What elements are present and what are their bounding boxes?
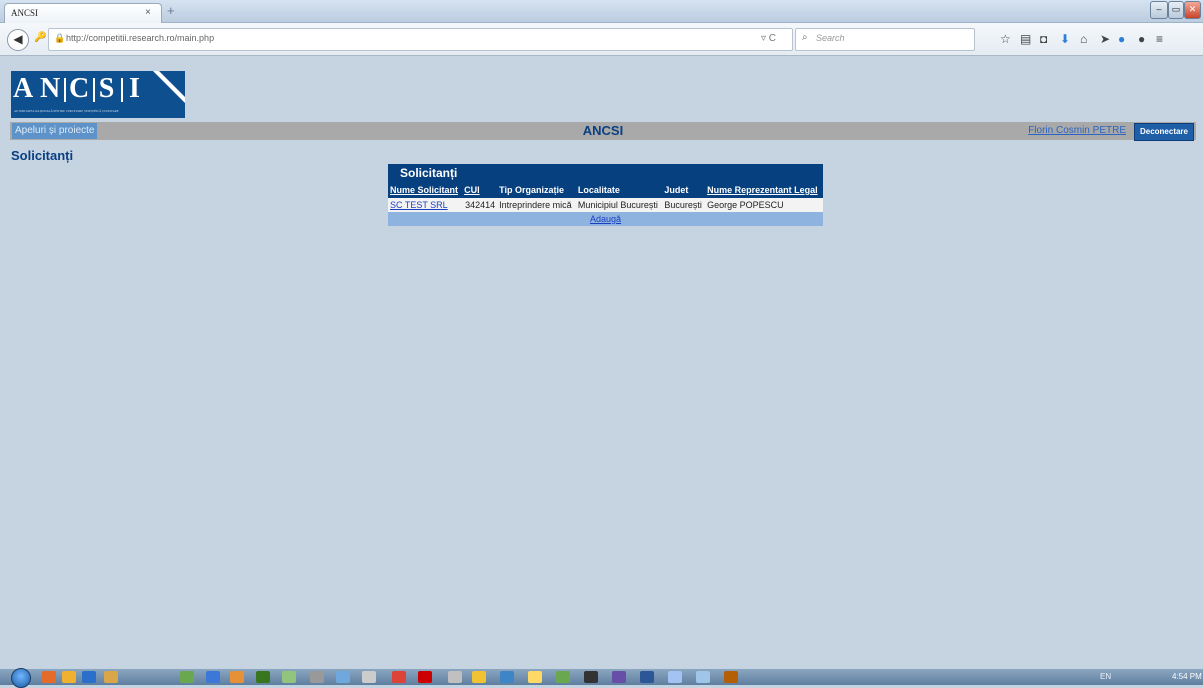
taskbar-app-icon[interactable] bbox=[500, 671, 514, 683]
taskbar-app-icon[interactable] bbox=[230, 671, 244, 683]
cell-localitate: Municipiul București bbox=[575, 198, 663, 212]
taskbar-app-icon[interactable] bbox=[724, 671, 738, 683]
taskbar-app-icon[interactable] bbox=[392, 671, 406, 683]
applicant-link[interactable]: SC TEST SRL bbox=[390, 200, 448, 210]
tab-title: ANCSI bbox=[11, 8, 39, 18]
logo-corner-mark bbox=[153, 71, 185, 103]
reload-icon[interactable]: ▿ C bbox=[761, 33, 776, 44]
taskbar-app-icon[interactable] bbox=[418, 671, 432, 683]
add-cell: Adaugă bbox=[388, 212, 823, 226]
browser-nav-bar: ◀ 🔑 🔒 http://competitii.research.ro/main… bbox=[0, 23, 1203, 56]
logo-letter: C bbox=[69, 73, 91, 104]
url-bar[interactable]: 🔒 http://competitii.research.ro/main.php… bbox=[48, 28, 793, 51]
pocket-icon[interactable]: ◘ bbox=[1040, 32, 1047, 46]
taskbar-app-icon[interactable] bbox=[42, 671, 56, 683]
site-title: ANCSI bbox=[582, 123, 624, 138]
panel-header: Solicitanți bbox=[388, 164, 823, 183]
taskbar-app-icon[interactable] bbox=[282, 671, 296, 683]
taskbar-app-icon[interactable] bbox=[310, 671, 324, 683]
taskbar-app-icon[interactable] bbox=[206, 671, 220, 683]
chat-icon[interactable]: ● bbox=[1138, 32, 1145, 46]
taskbar-app-icon[interactable] bbox=[584, 671, 598, 683]
taskbar-app-icon[interactable] bbox=[180, 671, 194, 683]
window-close-icon[interactable]: ✕ bbox=[1184, 1, 1201, 19]
lock-icon: 🔒 bbox=[54, 33, 66, 43]
logo-letter: N bbox=[40, 73, 62, 104]
page-title: Solicitanți bbox=[11, 148, 74, 163]
taskbar-app-icon[interactable] bbox=[256, 671, 270, 683]
menu-bar: ANCSI Apeluri și proiecte Florin Cosmin … bbox=[10, 122, 1196, 141]
applicants-table: Nume Solicitant CUI Tip Organizație Loca… bbox=[388, 183, 823, 226]
home-icon[interactable]: ⌂ bbox=[1080, 32, 1087, 46]
column-header-localitate: Localitate bbox=[575, 183, 663, 198]
panel-title: Solicitanți bbox=[400, 166, 458, 180]
cell-tip: Intreprindere mică bbox=[497, 198, 576, 212]
logo-letter: I bbox=[129, 73, 141, 104]
search-input[interactable]: ⌕ Search bbox=[795, 28, 975, 51]
column-header-reprezentant[interactable]: Nume Reprezentant Legal bbox=[705, 183, 823, 198]
user-profile-link[interactable]: Florin Cosmin PETRE bbox=[1028, 125, 1126, 136]
taskbar-app-icon[interactable] bbox=[62, 671, 76, 683]
language-indicator[interactable]: EN bbox=[1100, 672, 1111, 681]
taskbar-app-icon[interactable] bbox=[668, 671, 682, 683]
minimize-icon[interactable]: ‒ bbox=[1150, 1, 1168, 19]
taskbar-app-icon[interactable] bbox=[556, 671, 570, 683]
search-placeholder: Search bbox=[816, 33, 845, 43]
start-button[interactable] bbox=[11, 668, 31, 688]
taskbar-app-icon[interactable] bbox=[448, 671, 462, 683]
browser-tab-strip: ANCSI × + ‒ ▭ ✕ bbox=[0, 0, 1203, 23]
ancsi-logo[interactable]: A N C S I AUTORITATEA NAȚIONALĂ PENTRU C… bbox=[11, 71, 185, 118]
taskbar-app-icon[interactable] bbox=[82, 671, 96, 683]
taskbar-app-icon[interactable] bbox=[472, 671, 486, 683]
taskbar-clock[interactable]: 4:54 PM bbox=[1172, 672, 1202, 681]
search-icon: ⌕ bbox=[802, 32, 808, 43]
taskbar-app-icon[interactable] bbox=[696, 671, 710, 683]
extension-icon[interactable]: ● bbox=[1118, 32, 1125, 46]
url-text: http://competitii.research.ro/main.php bbox=[66, 33, 215, 43]
column-header-nume[interactable]: Nume Solicitant bbox=[388, 183, 463, 198]
logo-letter: A bbox=[13, 73, 35, 104]
taskbar-app-icon[interactable] bbox=[336, 671, 350, 683]
new-tab-icon[interactable]: + bbox=[167, 3, 175, 18]
taskbar-app-icon[interactable] bbox=[640, 671, 654, 683]
logout-button[interactable]: Deconectare bbox=[1133, 123, 1194, 141]
taskbar-app-icon[interactable] bbox=[612, 671, 626, 683]
cell-cui: 342414 bbox=[462, 198, 498, 212]
logo-tagline: AUTORITATEA NAȚIONALĂ PENTRU CERCETARE Ș… bbox=[14, 109, 119, 113]
taskbar-app-icon[interactable] bbox=[104, 671, 118, 683]
column-header-tip: Tip Organizație bbox=[497, 183, 576, 198]
menu-icon[interactable]: ≡ bbox=[1156, 32, 1163, 46]
table-footer-row: Adaugă bbox=[388, 212, 823, 226]
table-row: SC TEST SRL 342414 Intreprindere mică Mu… bbox=[388, 198, 823, 212]
browser-tab[interactable]: ANCSI × bbox=[4, 3, 162, 23]
column-header-cui[interactable]: CUI bbox=[462, 183, 498, 198]
menu-item-apeluri[interactable]: Apeluri și proiecte bbox=[12, 123, 98, 139]
taskbar-app-icon[interactable] bbox=[362, 671, 376, 683]
download-icon[interactable]: ⬇ bbox=[1060, 32, 1070, 46]
back-icon[interactable]: ◀ bbox=[7, 29, 29, 51]
page-content: A N C S I AUTORITATEA NAȚIONALĂ PENTRU C… bbox=[0, 56, 1203, 668]
send-icon[interactable]: ➤ bbox=[1100, 32, 1110, 46]
cell-reprezentant: George POPESCU bbox=[705, 198, 823, 212]
bookmark-star-icon[interactable]: ☆ bbox=[1000, 32, 1011, 46]
tab-close-icon[interactable]: × bbox=[145, 7, 151, 18]
windows-taskbar: EN 4:54 PM bbox=[0, 668, 1203, 688]
add-applicant-link[interactable]: Adaugă bbox=[590, 214, 621, 224]
taskbar-app-icon[interactable] bbox=[528, 671, 542, 683]
bookmarks-library-icon[interactable]: ▤ bbox=[1020, 32, 1031, 46]
table-header-row: Nume Solicitant CUI Tip Organizație Loca… bbox=[388, 183, 823, 198]
site-identity-icon[interactable]: 🔑 bbox=[34, 32, 46, 43]
logo-letter: S bbox=[98, 73, 116, 104]
column-header-judet: Judet bbox=[662, 183, 706, 198]
maximize-icon[interactable]: ▭ bbox=[1168, 1, 1184, 19]
cell-judet: București bbox=[662, 198, 706, 212]
cell-nume: SC TEST SRL bbox=[388, 198, 463, 212]
